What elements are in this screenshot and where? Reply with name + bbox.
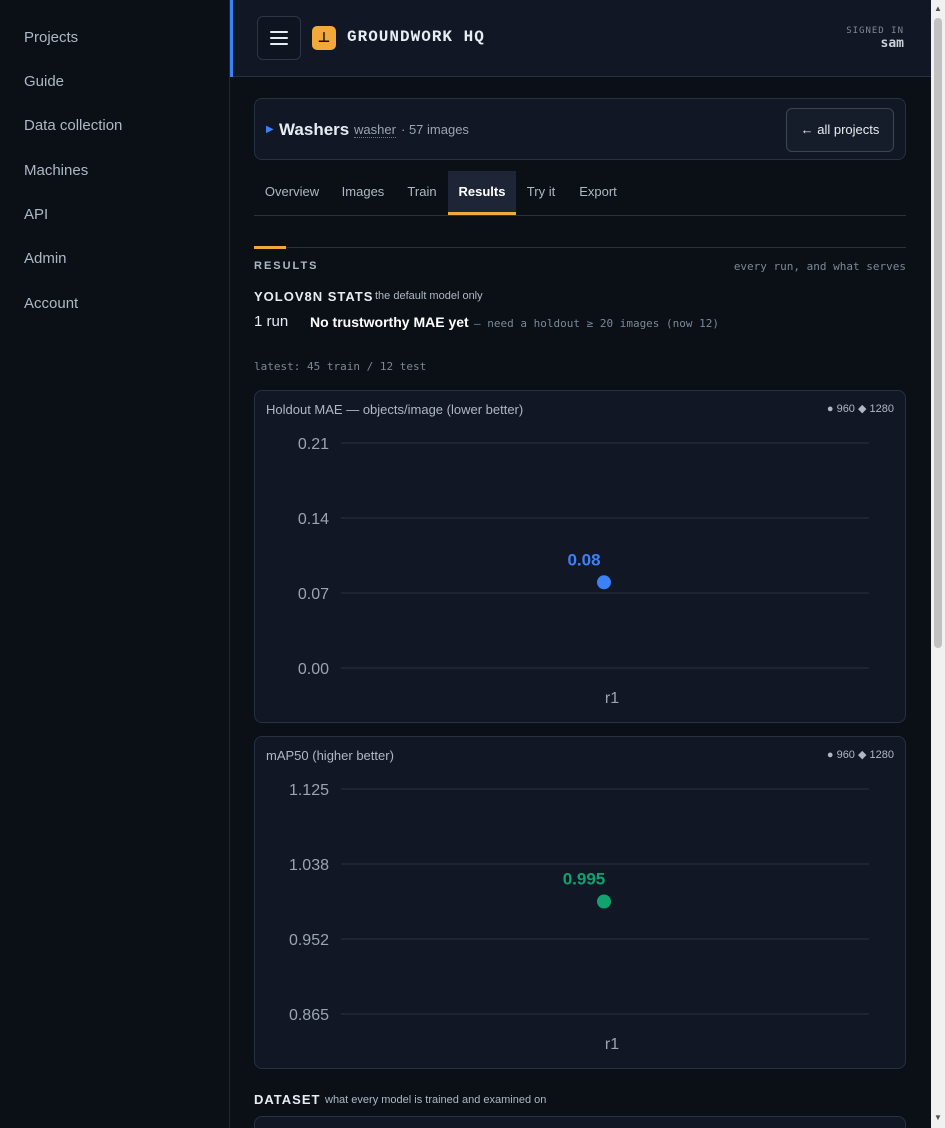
chart-title: mAP50 (higher better)	[266, 748, 394, 763]
tab-train[interactable]: Train	[396, 171, 448, 215]
sidebar-item-machines[interactable]: Machines	[24, 162, 88, 179]
y-tick-label: 1.038	[289, 857, 329, 874]
legend-1280: ◆ 1280	[858, 403, 894, 415]
chart-title: Holdout MAE — objects/image (lower bette…	[266, 402, 524, 417]
hamburger-icon	[270, 31, 288, 33]
y-tick-label: 1.125	[289, 782, 329, 799]
x-tick-label: r1	[605, 1036, 619, 1053]
sidebar-item-data-collection[interactable]: Data collection	[24, 117, 122, 134]
legend-960: ● 960	[826, 403, 855, 415]
tab-overview[interactable]: Overview	[254, 171, 330, 215]
signed-in-user: sam	[880, 36, 904, 51]
menu-button[interactable]	[257, 16, 301, 60]
data-point	[597, 894, 611, 909]
sidebar-item-admin[interactable]: Admin	[24, 250, 67, 267]
scrollbar[interactable]: ▲ ▼	[931, 0, 945, 1128]
y-tick-label: 0.00	[298, 661, 329, 678]
mae-warning: No trustworthy MAE yet	[310, 314, 469, 330]
project-tabs: Overview Images Train Results Try it Exp…	[254, 171, 906, 216]
data-label: 0.995	[563, 870, 606, 889]
top-bar: ⊥ GROUNDWORK HQ SIGNED IN sam	[230, 0, 931, 77]
scroll-down-icon[interactable]: ▼	[934, 1113, 942, 1122]
mae-chart: 0.21 0.14 0.07 0.00 r1 0.08 Holdout MAE — obj…	[254, 390, 906, 723]
sidebar-item-projects[interactable]: Projects	[24, 29, 78, 46]
expand-triangle-icon[interactable]: ▶	[266, 124, 274, 135]
legend-960: ● 960	[826, 749, 855, 761]
tab-images[interactable]: Images	[330, 171, 396, 215]
tab-try-it[interactable]: Try it	[516, 171, 566, 215]
legend-1280: ◆ 1280	[858, 749, 894, 761]
logo-icon: ⊥	[312, 26, 336, 50]
scroll-up-icon[interactable]: ▲	[934, 4, 942, 13]
project-image-count: · 57 images	[401, 122, 469, 137]
map50-chart: 1.125 1.038 0.952 0.865 r1 0.995 mAP50 (highe…	[254, 736, 906, 1069]
dataset-card	[254, 1116, 906, 1128]
latest-split: latest: 45 train / 12 test	[254, 360, 427, 373]
mae-note: — need a holdout ≥ 20 images (now 12)	[474, 317, 720, 330]
chart-legend: ● 960 ◆ 1280	[827, 402, 894, 415]
all-projects-button[interactable]: ← all projects	[786, 108, 894, 152]
chart-legend: ● 960 ◆ 1280	[827, 748, 894, 761]
y-tick-label: 0.07	[298, 586, 329, 603]
stats-subtitle: the default model only	[375, 290, 483, 302]
data-point	[597, 575, 611, 590]
results-heading: RESULTS	[254, 260, 319, 272]
dataset-subtitle: what every model is trained and examined…	[325, 1094, 547, 1106]
x-tick-label: r1	[605, 690, 619, 707]
map50-chart-svg: 1.125 1.038 0.952 0.865 r1 0.995	[289, 782, 869, 1053]
y-tick-label: 0.865	[289, 1007, 329, 1024]
stats-title: YOLOV8N STATS	[254, 289, 374, 304]
top-bar-accent	[230, 0, 233, 77]
run-count: 1 run	[254, 313, 289, 330]
signed-in-label: SIGNED IN	[846, 26, 904, 36]
section-divider	[254, 246, 906, 249]
y-tick-label: 0.14	[298, 511, 329, 528]
dataset-heading: DATASET	[254, 1092, 321, 1107]
brand-title[interactable]: GROUNDWORK HQ	[347, 28, 485, 46]
project-card: ▶ Washers washer · 57 images ← all proje…	[254, 98, 906, 160]
sidebar-item-guide[interactable]: Guide	[24, 73, 64, 90]
tab-export[interactable]: Export	[566, 171, 630, 215]
tab-results[interactable]: Results	[448, 171, 516, 215]
sidebar: Projects Guide Data collection Machines …	[0, 0, 230, 1128]
y-tick-label: 0.952	[289, 932, 329, 949]
sidebar-item-api[interactable]: API	[24, 206, 48, 223]
project-name: Washers	[279, 120, 350, 139]
data-label: 0.08	[567, 550, 600, 569]
y-tick-label: 0.21	[298, 436, 329, 453]
mae-chart-svg: 0.21 0.14 0.07 0.00 r1 0.08	[298, 436, 869, 707]
results-hint: every run, and what serves	[733, 260, 906, 273]
sidebar-item-account[interactable]: Account	[24, 295, 78, 312]
project-class: washer	[354, 122, 396, 138]
scrollbar-thumb[interactable]	[934, 18, 942, 648]
